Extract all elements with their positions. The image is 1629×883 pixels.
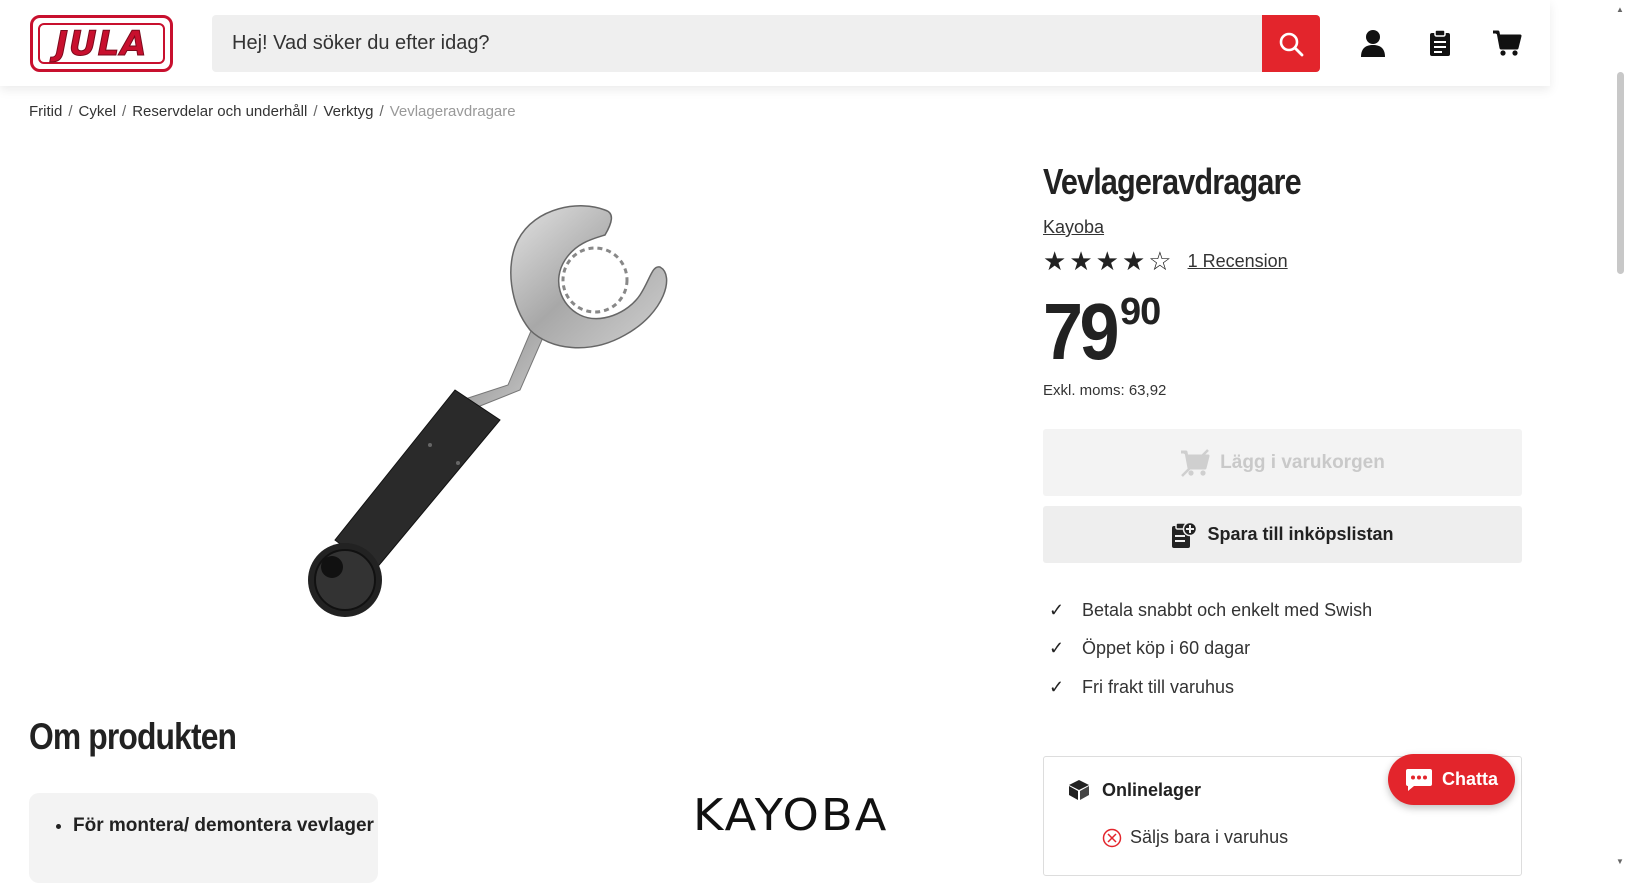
price-decimals: 90 — [1119, 291, 1161, 333]
star-filled-icon: ★ — [1121, 246, 1146, 276]
shopping-list-button[interactable] — [1425, 26, 1455, 60]
rating: ★ ★ ★ ★ ☆ 1 Recension — [1043, 248, 1523, 274]
shopping-list-icon — [1430, 29, 1450, 56]
rating-stars: ★ ★ ★ ★ ☆ — [1043, 248, 1172, 274]
logo-text: JULA — [55, 23, 148, 64]
check-icon: ✓ — [1049, 599, 1065, 620]
cart-disabled-icon — [1181, 448, 1210, 477]
price-excl-vat: Exkl. moms: 63,92 — [1043, 382, 1167, 399]
crank-bearing-wrench-image — [308, 205, 668, 617]
cart-icon — [1493, 30, 1522, 56]
usp-item: ✓ Öppet köp i 60 dagar — [1049, 638, 1251, 659]
star-filled-icon: ★ — [1069, 246, 1093, 276]
site-header: JULA — [0, 0, 1550, 86]
brand-link[interactable]: Kayoba — [1043, 217, 1523, 238]
chat-button[interactable]: Chatta — [1388, 754, 1515, 805]
chat-label: Chatta — [1441, 769, 1498, 789]
scroll-down-arrow-icon[interactable]: ▼ — [1616, 857, 1624, 866]
product-title: Vevlageravdragare — [1043, 161, 1302, 202]
reviews-link[interactable]: 1 Recension — [1188, 251, 1288, 272]
account-button[interactable] — [1358, 26, 1388, 60]
save-to-list-label: Spara till inköpslistan — [1207, 524, 1394, 544]
usp-item: ✓ Betala snabbt och enkelt med Swish — [1049, 599, 1373, 620]
breadcrumb-reservdelar[interactable]: Reservdelar och underhåll — [132, 103, 307, 120]
star-filled-icon: ★ — [1095, 246, 1119, 276]
breadcrumb: Fritid / Cykel / Reservdelar och underhå… — [29, 103, 516, 120]
kayoba-logo: KAYOBA — [693, 790, 889, 841]
breadcrumb-cykel[interactable]: Cykel — [79, 103, 117, 120]
star-filled-icon: ★ — [1043, 246, 1067, 276]
add-to-cart-label: Lägg i varukorgen — [1220, 451, 1385, 473]
price: 79 90 — [1043, 292, 1523, 372]
breadcrumb-fritid[interactable]: Fritid — [29, 103, 62, 120]
stock-status: Säljs bara i varuhus — [1130, 827, 1289, 847]
unavailable-icon — [1102, 828, 1122, 847]
price-main: 79 — [1043, 287, 1119, 376]
scroll-up-arrow-icon[interactable]: ▲ — [1616, 5, 1624, 14]
user-icon — [1361, 30, 1385, 57]
about-heading: Om produkten — [29, 716, 237, 757]
search-button[interactable] — [1262, 15, 1320, 72]
shopping-list-add-icon — [1172, 521, 1198, 548]
save-to-list-button[interactable]: Spara till inköpslistan — [1043, 506, 1522, 563]
feature-item: För montera/ demontera vevlager — [73, 815, 374, 837]
scrollbar-thumb[interactable] — [1617, 72, 1624, 274]
usp-list: ✓ Betala snabbt och enkelt med Swish ✓ Öpp… — [1043, 591, 1523, 707]
check-icon: ✓ — [1049, 638, 1065, 659]
search-bar — [212, 15, 1320, 72]
search-input[interactable] — [212, 15, 1262, 72]
add-to-cart-button[interactable]: Lägg i varukorgen — [1043, 429, 1522, 496]
chat-bubble-icon — [1405, 768, 1432, 791]
stock-title: Onlinelager — [1102, 779, 1202, 800]
breadcrumb-verktyg[interactable]: Verktyg — [323, 103, 373, 120]
jula-logo[interactable]: JULA — [30, 15, 173, 72]
check-icon: ✓ — [1049, 676, 1065, 697]
product-summary: Vevlageravdragare Kayoba ★ ★ ★ ★ ☆ 1 Rec… — [1043, 155, 1523, 707]
star-empty-icon: ☆ — [1148, 246, 1172, 276]
breadcrumb-current: Vevlageravdragare — [389, 103, 516, 120]
cart-button[interactable] — [1491, 26, 1523, 60]
product-image[interactable] — [280, 195, 690, 630]
box-icon — [1069, 780, 1089, 800]
search-icon — [1279, 32, 1304, 56]
page-scrollbar[interactable]: ▲ ▼ — [1612, 0, 1629, 874]
feature-box: För montera/ demontera vevlager — [29, 793, 378, 883]
usp-item: ✓ Fri frakt till varuhus — [1049, 676, 1235, 697]
